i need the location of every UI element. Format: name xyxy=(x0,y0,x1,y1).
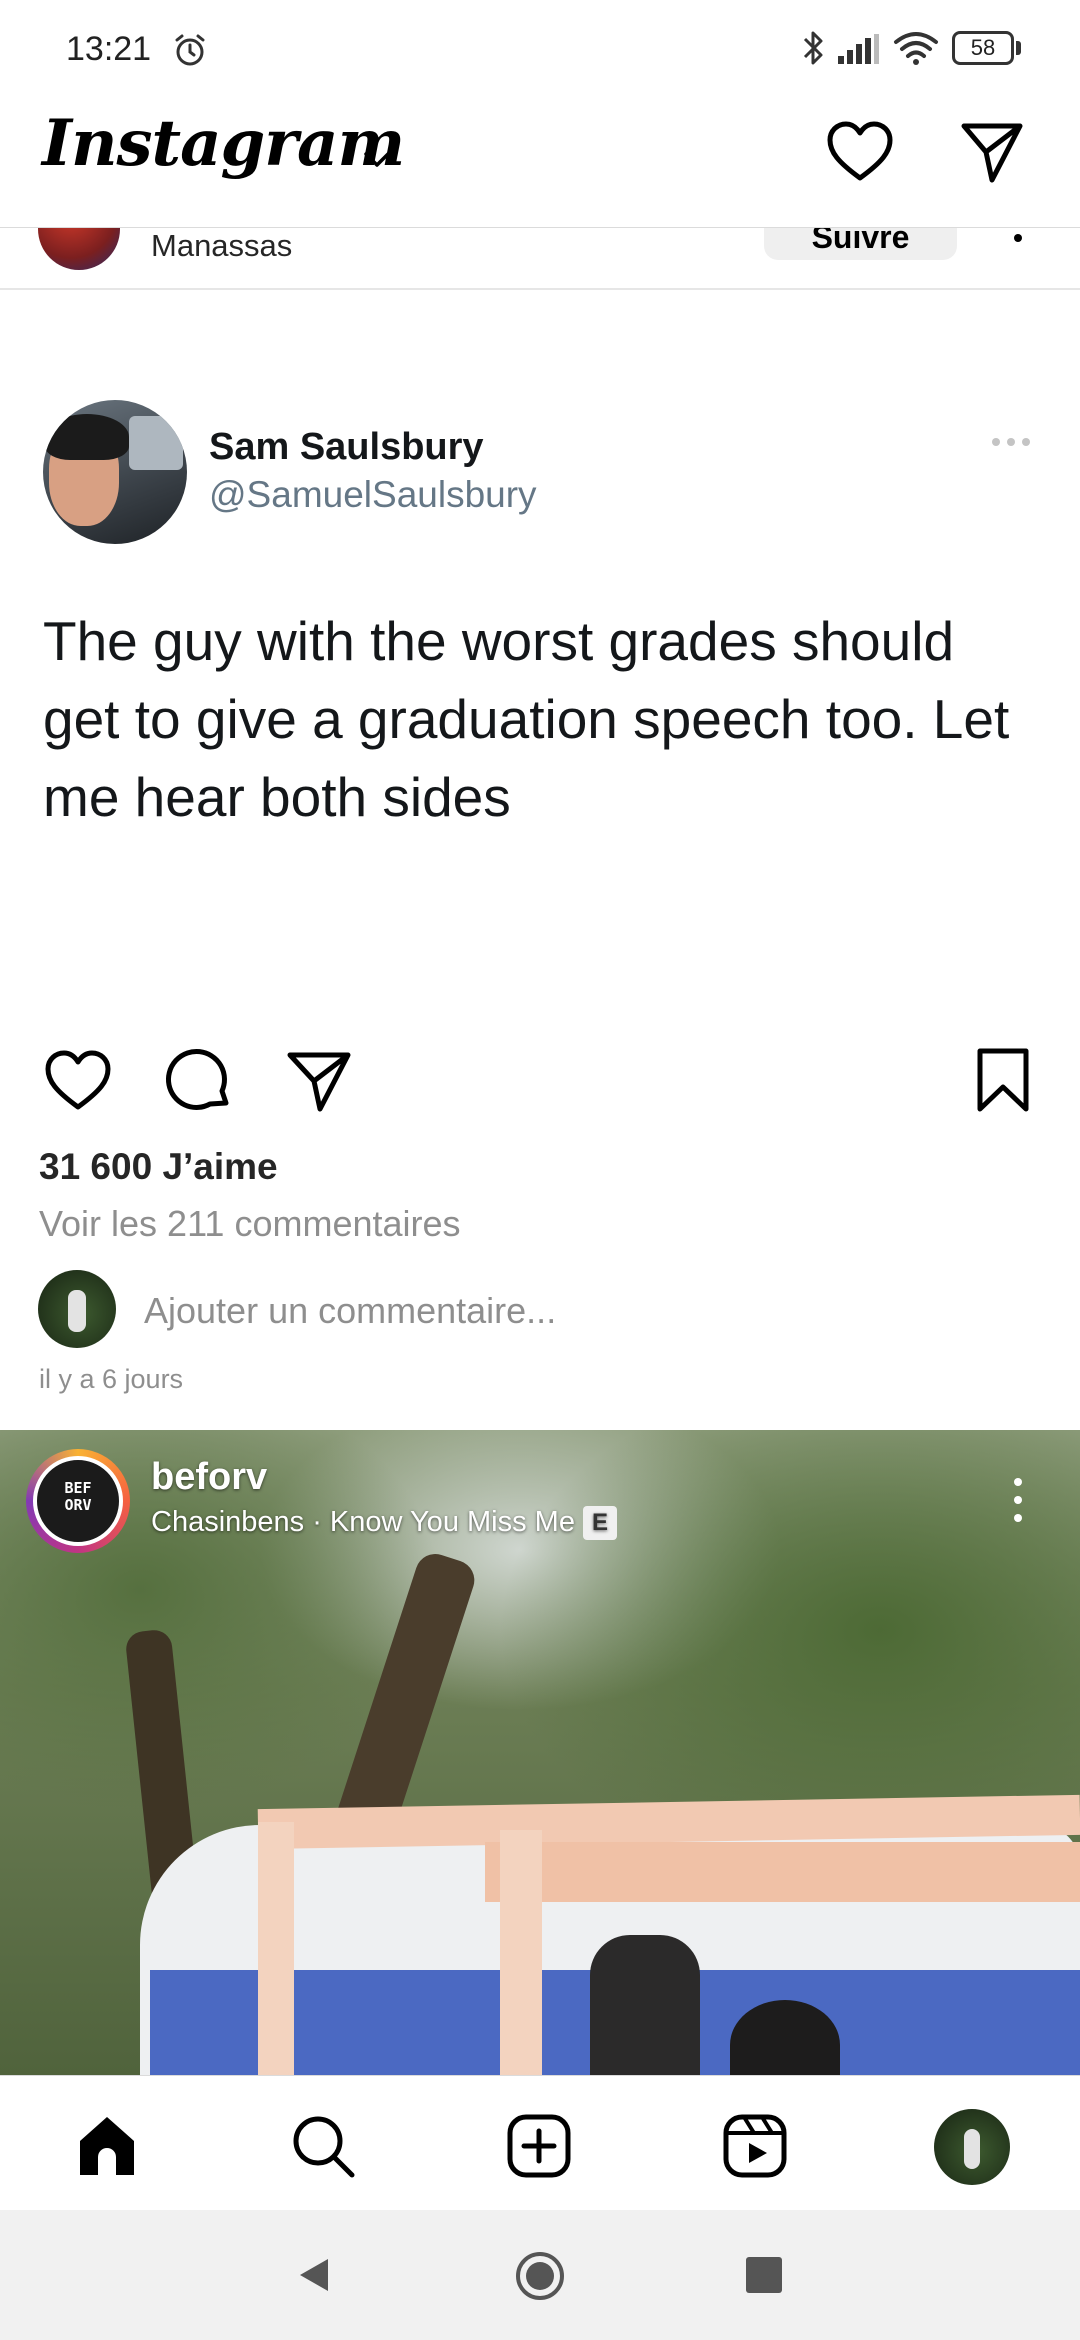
add-comment-input[interactable]: Ajouter un commentaire... xyxy=(144,1290,556,1332)
chevron-down-icon[interactable] xyxy=(360,148,394,172)
bottom-tab-bar xyxy=(0,2075,1080,2210)
previous-post-header: Manassas Suivre xyxy=(0,228,1080,290)
post-media-tweet[interactable]: Sam Saulsbury @SamuelSaulsbury The guy w… xyxy=(0,290,1080,1045)
status-time: 13:21 xyxy=(66,30,152,68)
home-icon[interactable] xyxy=(72,2111,142,2181)
more-icon[interactable] xyxy=(1010,1476,1026,1524)
bluetooth-icon xyxy=(803,31,823,65)
send-icon[interactable] xyxy=(284,1045,354,1115)
heart-icon[interactable] xyxy=(824,116,896,188)
tweet-author-name: Sam Saulsbury xyxy=(209,426,484,468)
avatar-text-line1: BEF xyxy=(64,1479,92,1497)
view-comments-link[interactable]: Voir les 211 commentaires xyxy=(39,1203,461,1245)
post-action-bar xyxy=(0,1045,1080,1155)
heart-icon[interactable] xyxy=(42,1045,114,1117)
more-icon xyxy=(992,438,1030,446)
avatar xyxy=(38,1270,116,1348)
battery-level: 58 xyxy=(970,35,996,60)
system-nav-bar xyxy=(0,2210,1080,2340)
reel-audio-info[interactable]: Chasinbens · Know You Miss Me E xyxy=(151,1506,617,1541)
status-bar: 13:21 58 xyxy=(0,0,1080,96)
avatar[interactable] xyxy=(38,228,120,270)
app-header: Instagram xyxy=(0,96,1080,228)
home-circle-icon[interactable] xyxy=(514,2250,566,2302)
bookmark-icon[interactable] xyxy=(972,1045,1034,1115)
avatar-text-line2: ORV xyxy=(64,1496,92,1514)
avatar[interactable]: BEF ORV xyxy=(33,1456,123,1546)
comment-icon[interactable] xyxy=(164,1045,234,1117)
search-icon[interactable] xyxy=(288,2111,358,2181)
back-icon[interactable] xyxy=(296,2255,332,2295)
follow-button[interactable]: Suivre xyxy=(764,228,957,260)
wifi-icon xyxy=(894,32,938,65)
reel-post[interactable]: BEF ORV beforv Chasinbens · Know You Mis… xyxy=(0,1430,1080,2075)
tweet-avatar xyxy=(43,400,187,544)
profile-avatar[interactable] xyxy=(934,2109,1010,2185)
recents-icon[interactable] xyxy=(746,2257,782,2293)
explicit-badge: E xyxy=(582,1506,617,1541)
battery-icon: 58 xyxy=(952,31,1022,65)
tweet-author-handle: @SamuelSaulsbury xyxy=(209,474,537,515)
likes-count[interactable]: 31 600 J’aime xyxy=(39,1146,278,1188)
reel-username[interactable]: beforv xyxy=(151,1456,267,1499)
more-icon[interactable] xyxy=(1010,230,1026,260)
send-icon[interactable] xyxy=(958,118,1026,186)
tweet-text: The guy with the worst grades should get… xyxy=(43,610,1010,828)
post-location[interactable]: Manassas xyxy=(151,228,292,264)
post-timestamp: il y a 6 jours xyxy=(39,1364,184,1394)
instagram-logo[interactable]: Instagram xyxy=(42,106,405,181)
reel-audio-label: Chasinbens · Know You Miss Me xyxy=(151,1506,575,1538)
create-icon[interactable] xyxy=(504,2111,574,2181)
reels-icon[interactable] xyxy=(720,2111,790,2181)
alarm-icon xyxy=(175,34,205,66)
signal-icon xyxy=(838,34,879,64)
